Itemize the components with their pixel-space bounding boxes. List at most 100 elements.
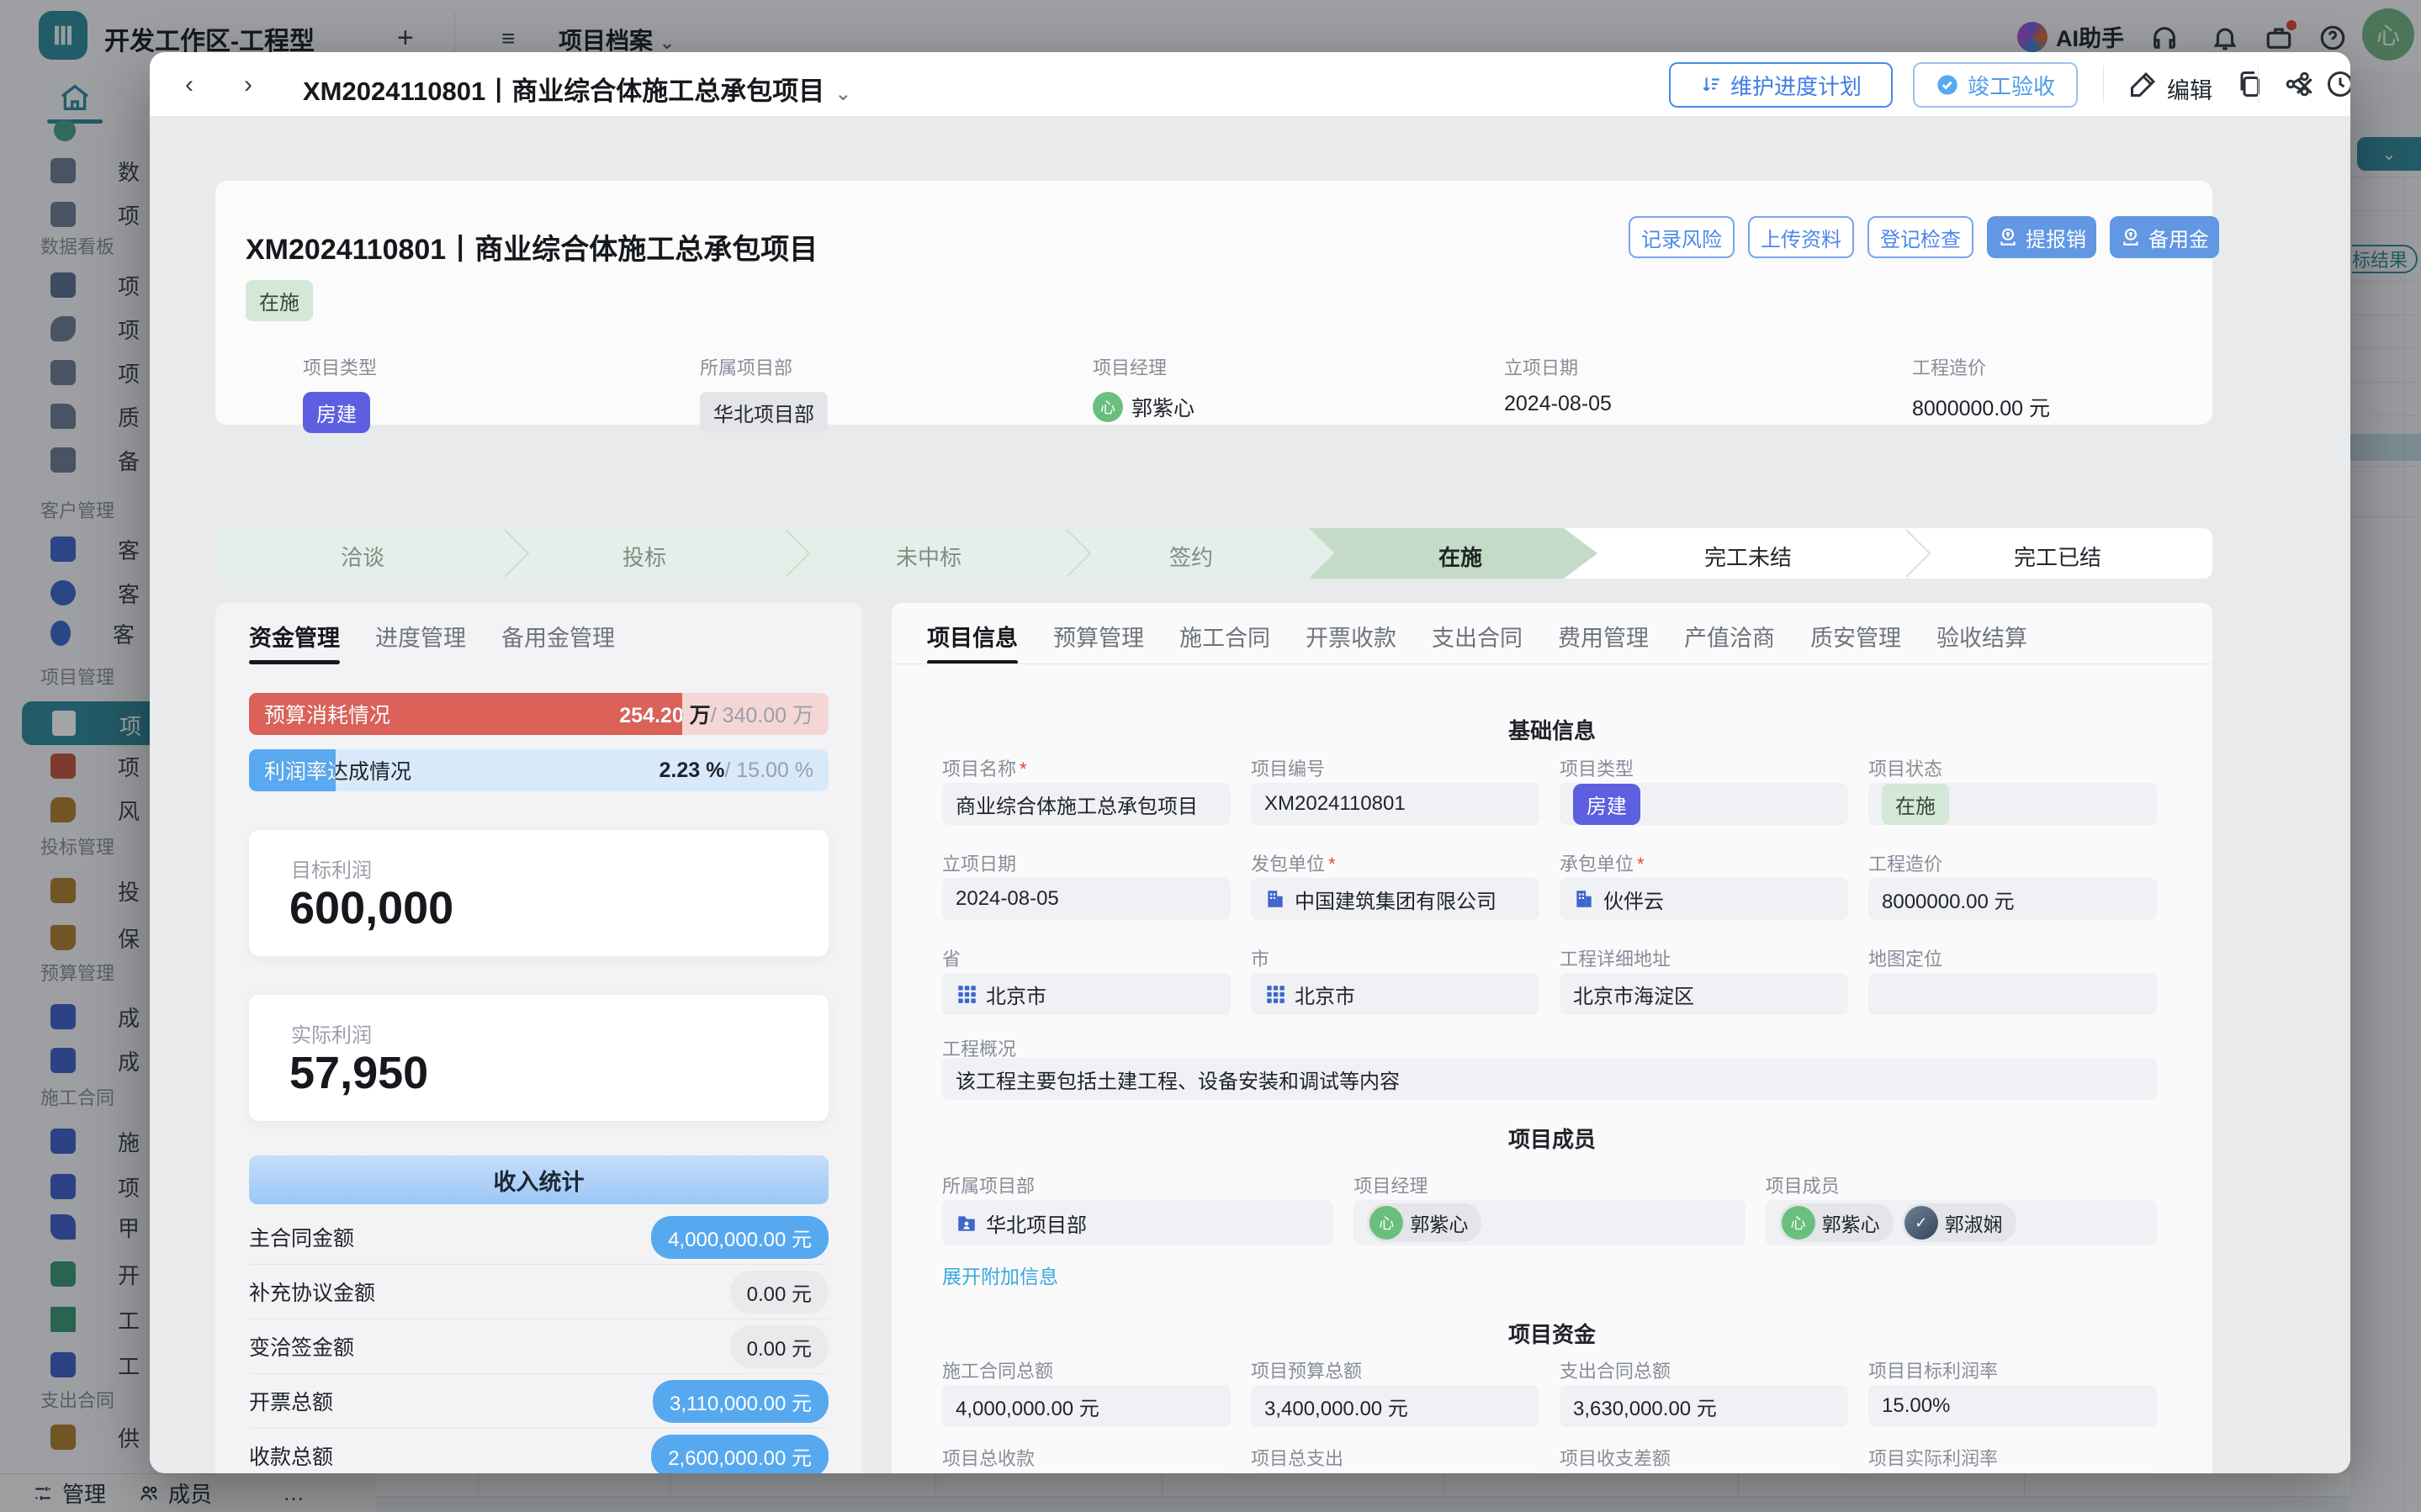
field-expense-contract-total[interactable]: 3,630,000.00 元 <box>1560 1385 1848 1427</box>
field-client[interactable]: 中国建筑集团有限公司 <box>1251 878 1539 920</box>
field-actual-profit-rate[interactable]: 2.23% <box>1868 1472 2157 1473</box>
field-project-name[interactable]: 商业综合体施工总承包项目 <box>942 783 1231 825</box>
basic-info-grid: 项目名称* 项目编号 项目类型 项目状态 <box>942 754 2157 781</box>
back-button[interactable]: ‹ <box>185 71 193 99</box>
stage-negotiation[interactable]: 洽谈 <box>341 541 384 572</box>
badge-check-icon <box>1936 73 1959 97</box>
field-budget-total[interactable]: 3,400,000.00 元 <box>1251 1385 1539 1427</box>
list-item: 收款总额2,600,000.00 元 <box>249 1429 829 1473</box>
tab-progress[interactable]: 进度管理 <box>375 620 466 653</box>
field-balance[interactable]: 57,950.00 元 <box>1560 1472 1848 1473</box>
profit-rate-bar: 利润率达成情况2.23 % / 15.00 % 利润率达成情况 <box>249 749 829 791</box>
avatar: 心 <box>1093 392 1123 422</box>
sort-icon <box>1700 74 1722 96</box>
tab-petty-cash[interactable]: 备用金管理 <box>501 620 615 653</box>
amount-pill: 3,110,000.00 元 <box>653 1380 829 1423</box>
building-icon <box>1573 888 1595 910</box>
tab-budget[interactable]: 预算管理 <box>1053 620 1144 653</box>
field-contractor[interactable]: 伙伴云 <box>1560 878 1848 920</box>
field-total-received[interactable]: 2,600,000.00 元 <box>942 1472 1231 1473</box>
copy-icon[interactable] <box>2234 69 2265 99</box>
project-info-panel: 项目信息 预算管理 施工合同 开票收款 支出合同 费用管理 产值洽商 质安管理 … <box>892 603 2212 1473</box>
amount-pill: 2,600,000.00 元 <box>651 1435 829 1474</box>
stage-stepper[interactable]: 洽谈 投标 未中标 签约 在施 完工未结 完工已结 <box>215 528 2212 579</box>
field-project-overview[interactable]: 该工程主要包括土建工程、设备安装和调试等内容 <box>942 1058 2157 1100</box>
target-profit-card: 目标利润 600,000 <box>249 830 829 956</box>
stage-done-unsettled[interactable]: 完工未结 <box>1704 541 1792 572</box>
stage-done-settled[interactable]: 完工已结 <box>2014 541 2101 572</box>
section-members: 项目成员 <box>892 1123 2212 1154</box>
field-manager[interactable]: 心郭紫心 <box>1354 1200 1745 1245</box>
submit-expense-button[interactable]: 提报销 <box>1987 216 2096 258</box>
avatar: 心 <box>1369 1206 1403 1240</box>
list-item: 主合同金额4,000,000.00 元 <box>249 1210 829 1264</box>
stage-bidding[interactable]: 投标 <box>622 541 666 572</box>
field-target-profit-rate[interactable]: 15.00% <box>1868 1385 2157 1427</box>
coin-icon <box>1997 226 2019 248</box>
member-chip: 心郭紫心 <box>1367 1203 1481 1242</box>
forward-button[interactable]: › <box>244 71 252 99</box>
maintain-schedule-button[interactable]: 维护进度计划 <box>1669 62 1893 108</box>
field-project-status[interactable]: 在施 <box>1868 783 2157 825</box>
field-map-location[interactable] <box>1868 973 2157 1015</box>
budget-consumption-bar: 预算消耗情况254.20 万 / 340.00 万 预算消耗情况254.20 万… <box>249 693 829 735</box>
field-total-paid[interactable]: 2,542,050.00 元 <box>1251 1472 1539 1473</box>
field-contract-total[interactable]: 4,000,000.00 元 <box>942 1385 1231 1427</box>
stage-in-construction[interactable]: 在施 <box>1438 541 1482 572</box>
tab-invoicing[interactable]: 开票收款 <box>1306 620 1396 653</box>
finance-panel: 资金管理 进度管理 备用金管理 预算消耗情况254.20 万 / 340.00 … <box>215 603 862 1473</box>
field-project-cost[interactable]: 8000000.00 元 <box>1868 878 2157 920</box>
section-basic-info: 基础信息 <box>892 714 2212 745</box>
avatar: 心 <box>1782 1206 1815 1240</box>
edit-button[interactable]: 编辑 <box>2167 72 2212 105</box>
modal-body: XM2024110801丨商业综合体施工总承包项目 在施 项目类型 房建 所属项… <box>150 116 2350 1473</box>
list-item: 开票总额3,110,000.00 元 <box>249 1374 829 1428</box>
income-stats-button[interactable]: 收入统计 <box>249 1155 829 1204</box>
tab-construction-contract[interactable]: 施工合同 <box>1179 620 1270 653</box>
avatar: ✓ <box>1904 1206 1938 1240</box>
tab-fees[interactable]: 费用管理 <box>1558 620 1649 653</box>
grid-icon <box>1264 983 1286 1005</box>
actual-profit-card: 实际利润 57,950 <box>249 995 829 1121</box>
field-project-type[interactable]: 房建 <box>1560 783 1848 825</box>
tab-output-negotiation[interactable]: 产值洽商 <box>1684 620 1775 653</box>
summary-field-dept: 所属项目部 华北项目部 <box>700 353 828 433</box>
stage-signed[interactable]: 签约 <box>1169 541 1213 572</box>
petty-cash-button[interactable]: 备用金 <box>2110 216 2219 258</box>
modal-header: ‹ › XM2024110801丨商业综合体施工总承包项目⌄ 维护进度计划 竣工… <box>150 52 2350 116</box>
list-item: 补充协议金额0.00 元 <box>249 1265 829 1319</box>
amount-pill: 0.00 元 <box>730 1325 829 1368</box>
tab-project-info[interactable]: 项目信息 <box>927 620 1018 653</box>
upload-files-button[interactable]: 上传资料 <box>1748 216 1854 258</box>
field-dept[interactable]: 华北项目部 <box>942 1200 1333 1245</box>
completion-acceptance-button[interactable]: 竣工验收 <box>1913 62 2078 108</box>
field-city[interactable]: 北京市 <box>1251 973 1539 1015</box>
modal-title[interactable]: XM2024110801丨商业综合体施工总承包项目⌄ <box>303 70 851 108</box>
field-project-code[interactable]: XM2024110801 <box>1251 783 1539 825</box>
record-risk-button[interactable]: 记录风险 <box>1629 216 1735 258</box>
amount-pill: 0.00 元 <box>730 1271 829 1314</box>
field-address[interactable]: 北京市海淀区 <box>1560 973 1848 1015</box>
chevron-down-icon: ⌄ <box>834 82 851 105</box>
field-province[interactable]: 北京市 <box>942 973 1231 1015</box>
field-members[interactable]: 心郭紫心 ✓郭淑娴 <box>1766 1200 2157 1245</box>
tab-funds[interactable]: 资金管理 <box>249 620 340 653</box>
edit-pencil-icon[interactable] <box>2128 69 2159 99</box>
expand-extra-info-link[interactable]: 展开附加信息 <box>942 1261 1058 1289</box>
close-icon[interactable]: ✕ <box>2293 71 2316 103</box>
project-title: XM2024110801丨商业综合体施工总承包项目 <box>246 226 818 267</box>
history-clock-icon[interactable] <box>2325 69 2350 99</box>
tab-acceptance-settlement[interactable]: 验收结算 <box>1936 620 2027 653</box>
tab-expense-contract[interactable]: 支出合同 <box>1432 620 1523 653</box>
stage-not-won[interactable]: 未中标 <box>896 541 962 572</box>
building-icon <box>1264 888 1286 910</box>
field-start-date[interactable]: 2024-08-05 <box>942 878 1231 920</box>
member-chip: ✓郭淑娴 <box>1902 1203 2016 1242</box>
coin-icon <box>2120 226 2142 248</box>
tab-quality-safety[interactable]: 质安管理 <box>1810 620 1901 653</box>
project-detail-modal: ‹ › XM2024110801丨商业综合体施工总承包项目⌄ 维护进度计划 竣工… <box>150 52 2350 1473</box>
summary-field-type: 项目类型 房建 <box>303 353 377 433</box>
register-inspection-button[interactable]: 登记检查 <box>1867 216 1973 258</box>
section-funds: 项目资金 <box>892 1318 2212 1349</box>
divider <box>2103 66 2104 103</box>
